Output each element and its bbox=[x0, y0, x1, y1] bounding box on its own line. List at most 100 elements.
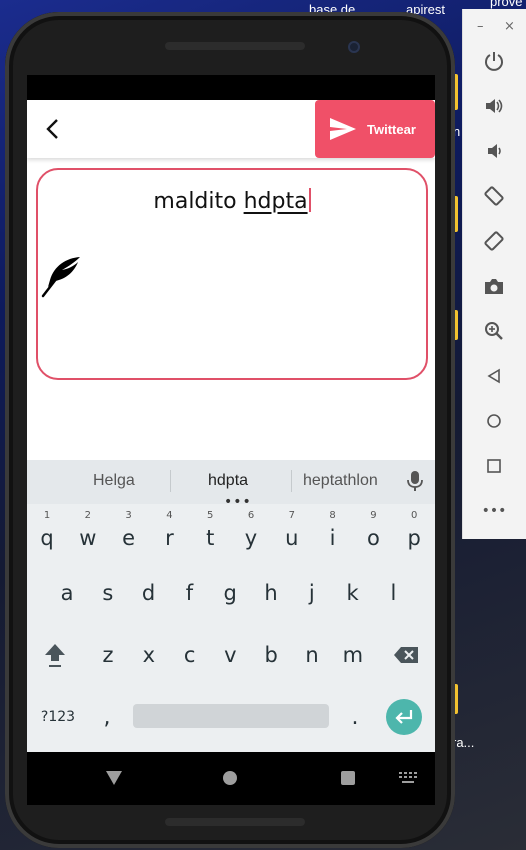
backspace-icon bbox=[394, 647, 418, 663]
screenshot-button[interactable] bbox=[480, 272, 508, 300]
key-y[interactable]: 6y bbox=[231, 508, 271, 558]
key-x[interactable]: x bbox=[129, 630, 169, 680]
symbols-key[interactable]: ?123 bbox=[35, 692, 81, 742]
key-letter: e bbox=[122, 526, 136, 550]
emulator-toolbar: – × ••• bbox=[462, 9, 526, 539]
camera-icon bbox=[485, 279, 503, 294]
key-p[interactable]: 0p bbox=[394, 508, 434, 558]
key-f[interactable]: f bbox=[169, 568, 209, 618]
key-letter: r bbox=[165, 526, 174, 550]
suggestion-divider bbox=[291, 470, 292, 492]
back-icon bbox=[487, 368, 500, 384]
volume-down-button[interactable] bbox=[480, 137, 508, 165]
home-button-emulator[interactable] bbox=[480, 407, 508, 435]
key-j[interactable]: j bbox=[292, 568, 332, 618]
speaker-grille bbox=[165, 818, 305, 826]
back-button[interactable] bbox=[37, 114, 67, 144]
nav-back-icon[interactable] bbox=[105, 769, 123, 787]
phone-screen: Twittear maldito hdpta Helga hdpta ••• h… bbox=[27, 75, 435, 805]
rotate-left-icon bbox=[484, 186, 504, 206]
suggestion-item[interactable]: Helga bbox=[93, 472, 135, 490]
text-caret bbox=[308, 188, 311, 212]
shift-icon bbox=[45, 644, 65, 667]
comma-key[interactable]: , bbox=[89, 692, 125, 742]
power-button[interactable] bbox=[480, 47, 508, 75]
key-i[interactable]: 8i bbox=[313, 508, 353, 558]
microphone-icon[interactable] bbox=[407, 470, 423, 492]
key-l[interactable]: l bbox=[373, 568, 413, 618]
tweet-text-plain: maldito bbox=[153, 189, 244, 214]
enter-key[interactable] bbox=[386, 699, 422, 735]
power-icon bbox=[485, 52, 503, 71]
android-nav-bar bbox=[27, 752, 435, 805]
key-d[interactable]: d bbox=[129, 568, 169, 618]
close-button[interactable]: × bbox=[504, 19, 515, 34]
backspace-key[interactable] bbox=[386, 630, 426, 680]
compose-screen: Twittear maldito hdpta bbox=[27, 100, 435, 460]
key-letter: p bbox=[407, 526, 421, 550]
key-letter: q bbox=[40, 526, 54, 550]
overview-button-emulator[interactable] bbox=[480, 452, 508, 480]
volume-up-button[interactable] bbox=[480, 92, 508, 120]
key-e[interactable]: 3e bbox=[109, 508, 149, 558]
key-number-hint: 2 bbox=[84, 510, 91, 521]
key-m[interactable]: m bbox=[333, 630, 373, 680]
overview-icon bbox=[487, 459, 501, 473]
keyboard-switch-icon[interactable] bbox=[399, 772, 417, 784]
key-k[interactable]: k bbox=[333, 568, 373, 618]
key-number-hint: 3 bbox=[125, 510, 132, 521]
key-z[interactable]: z bbox=[88, 630, 128, 680]
rotate-right-button[interactable] bbox=[480, 227, 508, 255]
key-number-hint: 7 bbox=[288, 510, 295, 521]
key-number-hint: 6 bbox=[247, 510, 255, 521]
tweet-button[interactable]: Twittear bbox=[315, 100, 435, 158]
tweet-compose-field[interactable]: maldito hdpta bbox=[36, 168, 428, 380]
suggestion-item[interactable]: heptathlon bbox=[303, 472, 378, 490]
nav-recents-icon[interactable] bbox=[341, 771, 355, 785]
key-number-hint: 5 bbox=[207, 510, 214, 521]
space-key[interactable] bbox=[133, 704, 329, 728]
key-b[interactable]: b bbox=[251, 630, 291, 680]
key-o[interactable]: 9o bbox=[353, 508, 393, 558]
key-letter: t bbox=[206, 526, 215, 550]
back-button-emulator[interactable] bbox=[480, 362, 508, 390]
key-letter: y bbox=[244, 526, 258, 550]
key-a[interactable]: a bbox=[47, 568, 87, 618]
suggestion-item[interactable]: hdpta bbox=[208, 472, 248, 490]
feather-icon bbox=[41, 257, 80, 298]
key-w[interactable]: 2w bbox=[68, 508, 108, 558]
key-number-hint: 4 bbox=[166, 510, 173, 521]
minimize-button[interactable]: – bbox=[477, 19, 484, 34]
key-g[interactable]: g bbox=[210, 568, 250, 618]
soft-keyboard: Helga hdpta ••• heptathlon ?123 , . 1 q … bbox=[27, 460, 435, 752]
rotate-left-button[interactable] bbox=[480, 182, 508, 210]
zoom-button[interactable] bbox=[480, 317, 508, 345]
key-s[interactable]: s bbox=[88, 568, 128, 618]
key-letter: u bbox=[285, 526, 299, 550]
suggestion-strip: Helga hdpta ••• heptathlon bbox=[27, 460, 435, 510]
tweet-button-label: Twittear bbox=[367, 121, 416, 137]
key-t[interactable]: 5t bbox=[190, 508, 230, 558]
rotate-right-icon bbox=[484, 231, 504, 251]
key-u[interactable]: 7u bbox=[272, 508, 312, 558]
key-number-hint: 8 bbox=[329, 510, 336, 521]
key-n[interactable]: n bbox=[292, 630, 332, 680]
key-r[interactable]: 4r bbox=[149, 508, 189, 558]
period-key[interactable]: . bbox=[337, 692, 373, 742]
more-options-button[interactable]: ••• bbox=[480, 497, 508, 525]
volume-up-icon bbox=[486, 99, 503, 113]
desktop-icon-label: ra... bbox=[452, 735, 475, 750]
shift-key[interactable] bbox=[34, 630, 76, 680]
nav-home-icon[interactable] bbox=[223, 771, 237, 785]
key-letter: i bbox=[329, 526, 336, 550]
key-v[interactable]: v bbox=[210, 630, 250, 680]
key-q[interactable]: 1q bbox=[27, 508, 67, 558]
key-c[interactable]: c bbox=[170, 630, 210, 680]
suggestion-divider bbox=[170, 470, 171, 492]
key-h[interactable]: h bbox=[251, 568, 291, 618]
key-number-hint: 1 bbox=[43, 510, 51, 521]
key-letter: o bbox=[366, 526, 380, 550]
chevron-left-icon bbox=[46, 119, 58, 139]
tweet-text: maldito hdpta bbox=[38, 188, 426, 214]
volume-down-icon bbox=[488, 144, 501, 158]
